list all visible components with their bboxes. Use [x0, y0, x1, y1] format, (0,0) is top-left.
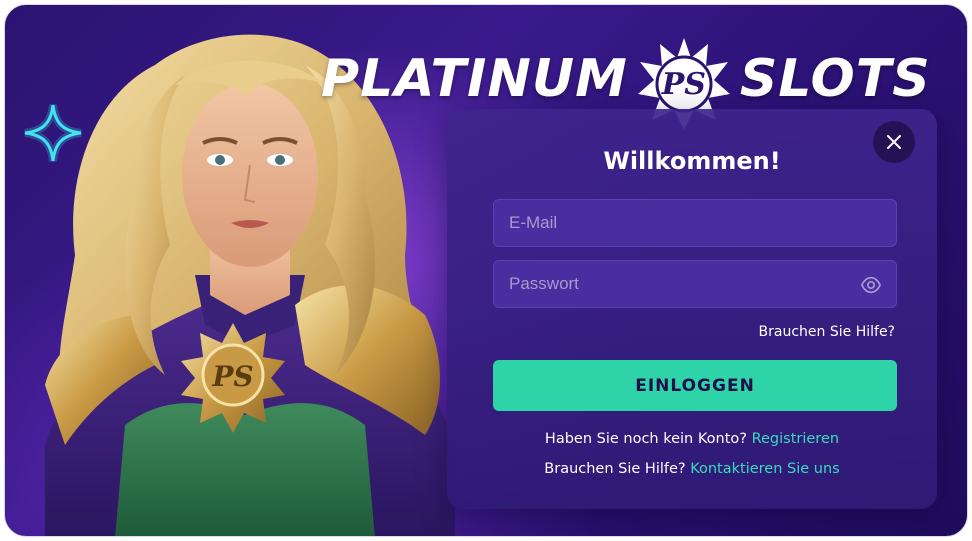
eye-icon[interactable] — [860, 274, 882, 296]
login-modal-frame: PS PLATINUM PS SLOTS Willkommen! E-Mail … — [4, 4, 968, 537]
contact-line: Brauchen Sie Hilfe? Kontaktieren Sie uns — [447, 461, 937, 477]
logo-word-slots: SLOTS — [739, 49, 931, 109]
email-field-wrapper — [493, 199, 897, 247]
contact-prompt: Brauchen Sie Hilfe? — [544, 461, 686, 477]
password-field-wrapper — [493, 260, 897, 308]
login-title: Willkommen! — [603, 147, 781, 175]
email-input[interactable] — [494, 200, 896, 246]
brand-logo: PLATINUM PS SLOTS — [321, 38, 941, 130]
contact-link[interactable]: Kontaktieren Sie uns — [690, 461, 840, 477]
login-button[interactable]: EINLOGGEN — [493, 360, 897, 411]
sparkle-icon — [24, 104, 82, 162]
password-input[interactable] — [494, 261, 896, 307]
login-panel: Willkommen! Brauchen Sie Hilfe? EINLOGGE… — [447, 109, 937, 509]
register-prompt: Haben Sie noch kein Konto? — [544, 431, 747, 447]
register-link[interactable]: Registrieren — [752, 431, 839, 447]
register-line: Haben Sie noch kein Konto? Registrieren — [447, 431, 937, 447]
help-link[interactable]: Brauchen Sie Hilfe? — [759, 324, 895, 340]
logo-word-platinum: PLATINUM — [321, 49, 628, 109]
hero-emblem-text: PS — [211, 360, 253, 393]
